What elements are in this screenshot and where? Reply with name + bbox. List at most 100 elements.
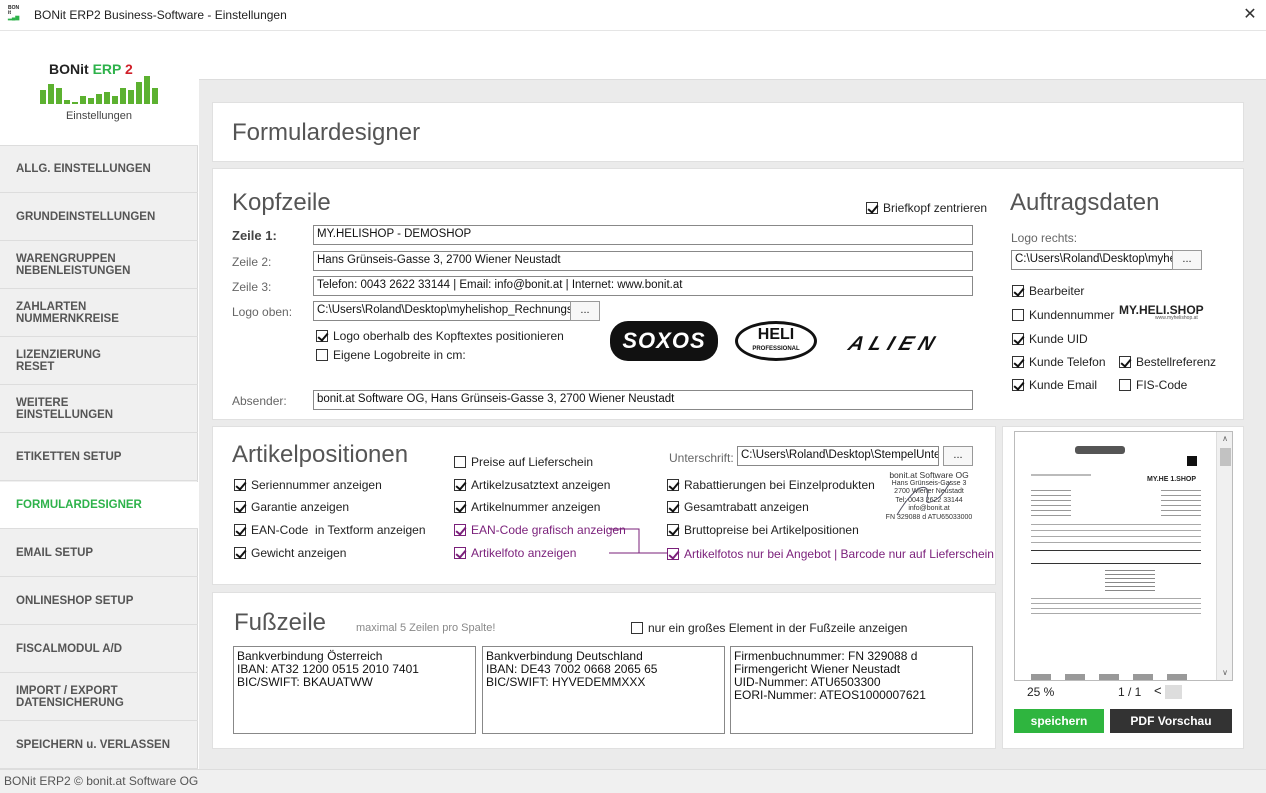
fusszeile-col3-textarea[interactable]: Firmenbuchnummer: FN 329088 d Firmengeri…: [730, 646, 973, 734]
kunde-uid-label: Kunde UID: [1029, 332, 1088, 346]
sidebar-item-9[interactable]: ONLINESHOP SETUP: [0, 578, 198, 625]
bestellreferenz-checkbox[interactable]: Bestellreferenz: [1119, 355, 1216, 369]
bruttopreise-checkbox[interactable]: Bruttopreise bei Artikelpositionen: [667, 523, 859, 537]
heli-logo-sub: PROFESSIONAL: [752, 346, 800, 352]
signature-icon: [896, 480, 952, 516]
scroll-down-icon[interactable]: ∨: [1217, 668, 1232, 677]
page-indicator: 1 / 1: [1118, 685, 1142, 699]
pdf-preview-button[interactable]: PDF Vorschau: [1110, 709, 1232, 733]
garantie-checkbox[interactable]: Garantie anzeigen: [234, 500, 349, 514]
fusszeile-col1-textarea[interactable]: Bankverbindung Österreich IBAN: AT32 120…: [233, 646, 476, 734]
gewicht-label: Gewicht anzeigen: [251, 546, 347, 560]
zeile2-input[interactable]: Hans Grünseis-Gasse 3, 2700 Wiener Neust…: [313, 251, 973, 271]
sidebar-item-0[interactable]: ALLG. EINSTELLUNGEN: [0, 146, 198, 193]
status-bar: BONit ERP2 © bonit.at Software OG: [0, 769, 1266, 793]
zeile3-input[interactable]: Telefon: 0043 2622 33144 | Email: info@b…: [313, 276, 973, 296]
preview-scrollbar[interactable]: ∧ ∨: [1216, 432, 1232, 680]
fusszeile-hint: maximal 5 Zeilen pro Spalte!: [356, 622, 496, 634]
brand-name-c: 2: [125, 61, 133, 77]
kunde-email-checkbox[interactable]: Kunde Email: [1012, 378, 1097, 392]
kunde-uid-checkbox[interactable]: Kunde UID: [1012, 332, 1088, 346]
ean-grafisch-checkbox[interactable]: EAN-Code grafisch anzeigen: [454, 523, 626, 537]
sidebar-item-5[interactable]: WEITERE EINSTELLUNGEN: [0, 386, 198, 433]
sidebar-item-8[interactable]: EMAIL SETUP: [0, 530, 198, 577]
ean-textform-checkbox[interactable]: EAN-Code in Textform anzeigen: [234, 523, 426, 537]
prev-page-icon[interactable]: <: [1154, 683, 1162, 698]
gesamtrabatt-label: Gesamtrabatt anzeigen: [684, 500, 809, 514]
preise-lieferschein-label: Preise auf Lieferschein: [471, 455, 594, 469]
page-header: Formulardesigner: [212, 102, 1244, 162]
sidebar-item-1[interactable]: GRUNDEINSTELLUNGEN: [0, 194, 198, 241]
bearbeiter-label: Bearbeiter: [1029, 284, 1085, 298]
artikelfotos-angebot-label: Artikelfotos nur bei Angebot | Barcode n…: [684, 547, 994, 561]
preview-stamp: [1105, 570, 1155, 594]
logo-oben-input[interactable]: C:\Users\Roland\Desktop\myhelishop_Rechn…: [313, 301, 571, 321]
seriennummer-checkbox[interactable]: Seriennummer anzeigen: [234, 478, 382, 492]
sidebar-item-label: ETIKETTEN SETUP: [16, 451, 122, 463]
unterschrift-input[interactable]: C:\Users\Roland\Desktop\StempelUnter: [737, 446, 939, 466]
preise-lieferschein-checkbox[interactable]: Preise auf Lieferschein: [454, 455, 593, 469]
sidebar-item-12[interactable]: SPEICHERN u. VERLASSEN: [0, 722, 198, 769]
logo-rechts-browse-button[interactable]: ...: [1172, 250, 1202, 270]
top-strip: [199, 31, 1266, 80]
sidebar-item-2[interactable]: WARENGRUPPEN NEBENLEISTUNGEN: [0, 242, 198, 289]
sidebar-item-10[interactable]: FISCALMODUL A/D: [0, 626, 198, 673]
logo-oben-browse-button[interactable]: ...: [570, 301, 600, 321]
scroll-up-icon[interactable]: ∧: [1217, 434, 1232, 443]
preview-qr-block: [1187, 456, 1197, 466]
sidebar-item-4[interactable]: LIZENZIERUNG RESET: [0, 338, 198, 385]
fis-code-checkbox[interactable]: FIS-Code: [1119, 378, 1187, 392]
fusszeile-col2-textarea[interactable]: Bankverbindung Deutschland IBAN: DE43 70…: [482, 646, 725, 734]
sidebar-item-label: FISCALMODUL A/D: [16, 643, 123, 655]
bearbeiter-checkbox[interactable]: Bearbeiter: [1012, 284, 1084, 298]
artikelfoto-label: Artikelfoto anzeigen: [471, 546, 577, 560]
artikelnummer-label: Artikelnummer anzeigen: [471, 500, 601, 514]
bar-graph-icon: [40, 76, 158, 104]
unterschrift-label: Unterschrift:: [669, 451, 734, 465]
title-bar: BON it ▂▄▆ BONit ERP2 Business-Software - …: [0, 0, 1266, 31]
fusszeile-heading: Fußzeile: [234, 609, 327, 636]
briefkopf-zentrieren-checkbox[interactable]: Briefkopf zentrieren: [866, 201, 987, 215]
artikelnummer-checkbox[interactable]: Artikelnummer anzeigen: [454, 500, 600, 514]
preview-page: MY.HE 1.SHOP: [1015, 432, 1215, 680]
gewicht-checkbox[interactable]: Gewicht anzeigen: [234, 546, 346, 560]
sidebar-item-6[interactable]: ETIKETTEN SETUP: [0, 434, 198, 481]
artikelzusatztext-checkbox[interactable]: Artikelzusatztext anzeigen: [454, 478, 610, 492]
pdf-preview[interactable]: MY.HE 1.SHOP ∧ ∨: [1014, 431, 1233, 681]
rabattierungen-checkbox[interactable]: Rabattierungen bei Einzelprodukten: [667, 478, 875, 492]
artikelfoto-checkbox[interactable]: Artikelfoto anzeigen: [454, 546, 576, 560]
preview-panel: MY.HE 1.SHOP ∧ ∨ 25 % 1 / 1 < speichern …: [1002, 426, 1244, 749]
kundennummer-checkbox[interactable]: Kundennummer: [1012, 308, 1114, 322]
page-slider[interactable]: [1165, 685, 1182, 699]
kunde-telefon-checkbox[interactable]: Kunde Telefon: [1012, 355, 1106, 369]
zoom-level[interactable]: 25 %: [1027, 685, 1054, 699]
unterschrift-browse-button[interactable]: ...: [943, 446, 973, 466]
absender-input[interactable]: bonit.at Software OG, Hans Grünseis-Gass…: [313, 390, 973, 410]
logo-rechts-input[interactable]: C:\Users\Roland\Desktop\myhelishop: [1011, 250, 1173, 270]
preview-footer-text: [1031, 598, 1201, 618]
scroll-thumb[interactable]: [1220, 448, 1231, 466]
zeile1-input[interactable]: MY.HELISHOP - DEMOSHOP: [313, 225, 973, 245]
bestellreferenz-label: Bestellreferenz: [1136, 355, 1217, 369]
gesamtrabatt-checkbox[interactable]: Gesamtrabatt anzeigen: [667, 500, 809, 514]
garantie-label: Garantie anzeigen: [251, 500, 350, 514]
logo-oberhalb-checkbox[interactable]: Logo oberhalb des Kopftextes positionier…: [316, 329, 564, 343]
page-title: Formulardesigner: [232, 119, 421, 146]
sidebar-item-label: EMAIL SETUP: [16, 547, 94, 559]
save-button[interactable]: speichern: [1014, 709, 1104, 733]
artikelpositionen-heading: Artikelpositionen: [232, 441, 409, 468]
content-area: Formulardesigner Kopfzeile Briefkopf zen…: [199, 80, 1266, 769]
connector-lines: [609, 528, 667, 554]
fusszeile-panel: Fußzeile maximal 5 Zeilen pro Spalte! nu…: [212, 592, 996, 749]
eigene-logobreite-checkbox[interactable]: Eigene Logobreite in cm:: [316, 348, 466, 362]
sidebar-item-11[interactable]: IMPORT / EXPORT DATENSICHERUNG: [0, 674, 198, 721]
preview-line: [1031, 474, 1091, 476]
grosses-element-checkbox[interactable]: nur ein großes Element in der Fußzeile a…: [631, 621, 907, 635]
sidebar: BONit ERP 2 Einstellungen ALLG. EINSTELL…: [0, 31, 198, 769]
kundennummer-label: Kundennummer: [1029, 308, 1115, 322]
artikelfotos-angebot-checkbox[interactable]: Artikelfotos nur bei Angebot | Barcode n…: [667, 547, 994, 561]
close-icon[interactable]: ✕: [1238, 4, 1262, 26]
sidebar-item-3[interactable]: ZAHLARTEN NUMMERNKREISE: [0, 290, 198, 337]
sidebar-item-label: WARENGRUPPEN NEBENLEISTUNGEN: [16, 253, 131, 277]
sidebar-item-7[interactable]: FORMULARDESIGNER: [0, 482, 198, 529]
